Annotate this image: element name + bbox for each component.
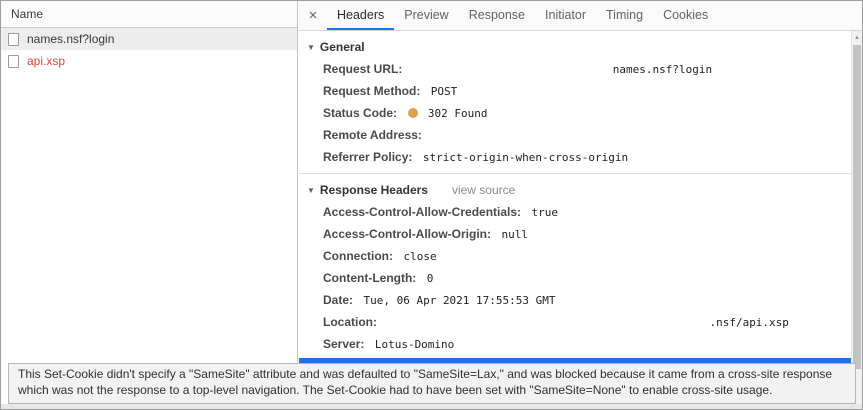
request-name-error: api.xsp [27,54,65,68]
scrollbar-up-arrow-icon[interactable]: ▲ [852,31,862,44]
tab-response[interactable]: Response [459,1,535,30]
header-row-content-length: Content-Length: 0 [299,267,851,289]
tab-preview[interactable]: Preview [394,1,458,30]
close-icon[interactable]: × [299,1,327,30]
header-row-connection: Connection: close [299,245,851,267]
chevron-down-icon: ▼ [307,186,315,195]
name-column-header[interactable]: Name [1,1,297,28]
header-row-acao: Access-Control-Allow-Origin: null [299,223,851,245]
bottom-strip [1,404,862,409]
location-value: .nsf/api.xsp [709,316,788,329]
request-row-names-nsf[interactable]: names.nsf?login [1,28,297,50]
header-row-status-code: Status Code: 302 Found [299,102,851,124]
header-row-request-url: Request URL: names.nsf?login [299,58,851,80]
tab-cookies[interactable]: Cookies [653,1,718,30]
status-code-value: 302 Found [428,107,488,120]
referrer-policy-value: strict-origin-when-cross-origin [423,151,628,164]
chevron-down-icon: ▼ [307,43,315,52]
header-row-request-method: Request Method: POST [299,80,851,102]
header-row-referrer-policy: Referrer Policy: strict-origin-when-cros… [299,146,851,168]
document-icon [8,33,19,46]
request-method-value: POST [431,85,458,98]
header-row-date: Date: Tue, 06 Apr 2021 17:55:53 GMT [299,289,851,311]
header-row-acac: Access-Control-Allow-Credentials: true [299,201,851,223]
tab-initiator[interactable]: Initiator [535,1,596,30]
tab-timing[interactable]: Timing [596,1,653,30]
detail-tabbar: × Headers Preview Response Initiator Tim… [299,1,862,31]
request-row-api-xsp[interactable]: api.xsp [1,50,297,72]
general-section-header[interactable]: ▼ General [299,31,851,58]
samesite-warning-tooltip: This Set-Cookie didn't specify a "SameSi… [8,363,856,404]
request-detail-panel: × Headers Preview Response Initiator Tim… [299,1,862,409]
scrollbar-thumb[interactable] [853,45,861,369]
header-row-remote-address: Remote Address: [299,124,851,146]
request-url-value: names.nsf?login [613,63,712,76]
vertical-scrollbar[interactable]: ▲ [851,31,862,409]
headers-detail-view: ▼ General Request URL: names.nsf?login R… [299,31,851,409]
devtools-network-panel: Name names.nsf?login api.xsp × Headers P… [0,0,863,410]
request-name: names.nsf?login [27,32,114,46]
view-source-link[interactable]: view source [452,183,515,197]
response-headers-section-title: Response Headers [320,183,428,197]
document-icon [8,55,19,68]
status-dot-icon [408,108,418,118]
general-section-title: General [320,40,365,54]
response-headers-section-header[interactable]: ▼ Response Headers view source [299,174,851,201]
tab-headers[interactable]: Headers [327,1,394,30]
request-list-panel: Name names.nsf?login api.xsp [1,1,298,409]
header-row-server: Server: Lotus-Domino [299,333,851,355]
header-row-location: Location: .nsf/api.xsp [299,311,851,333]
